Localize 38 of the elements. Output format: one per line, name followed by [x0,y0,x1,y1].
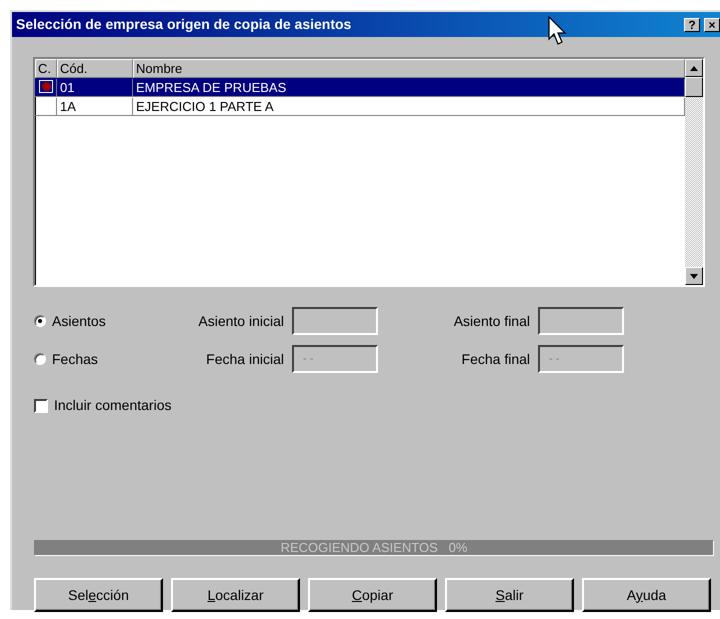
radio-option[interactable]: Asientos [34,310,174,332]
dialog-button[interactable]: Copiar [308,578,437,612]
table-cell: 01 [57,78,133,96]
field-label: Asiento inicial [197,312,285,330]
radio-option[interactable]: Fechas [34,348,174,370]
table-cell: EJERCICIO 1 PARTE A [133,98,685,116]
close-button[interactable]: × [704,18,720,32]
check-cell[interactable] [35,98,57,116]
scroll-up-button[interactable] [685,59,703,77]
check-cell[interactable] [35,78,57,96]
help-button[interactable]: ? [684,18,700,32]
progress-text: RECOGIENDO ASIENTOS 0% [280,541,468,555]
field-label: Fecha inicial [205,350,285,368]
radio-button[interactable] [34,353,46,365]
dialog-button[interactable]: Localizar [171,578,300,612]
window-title: Selección de empresa origen de copia de asientos [16,15,352,34]
scroll-thumb[interactable] [685,77,703,97]
field-label: Asiento final [452,312,531,330]
column-header[interactable]: C. [35,59,57,78]
radio-button[interactable] [34,315,46,327]
table-cell: 1A [57,98,133,116]
down-arrow-icon [690,274,698,278]
table-cell: EMPRESA DE PRUEBAS [133,78,685,96]
input-field[interactable] [292,307,378,335]
field-label: Fecha final [460,350,531,368]
table-row[interactable]: 01 EMPRESA DE PRUEBAS [35,78,685,97]
checkbox-label[interactable]: Incluir comentarios [54,395,172,416]
scrollbar[interactable] [685,59,703,285]
dialog-button[interactable]: Ayuda [582,578,711,612]
dialog-button[interactable]: Selección [34,578,163,612]
input-field[interactable] [538,307,624,335]
checkbox[interactable] [34,398,48,412]
column-header[interactable]: Cód. [57,59,133,78]
column-header[interactable]: Nombre [133,59,685,78]
scroll-down-button[interactable] [685,267,703,285]
dialog-button[interactable]: Salir [445,578,574,612]
up-arrow-icon [690,66,698,70]
table-row[interactable]: 1A EJERCICIO 1 PARTE A [35,97,685,116]
